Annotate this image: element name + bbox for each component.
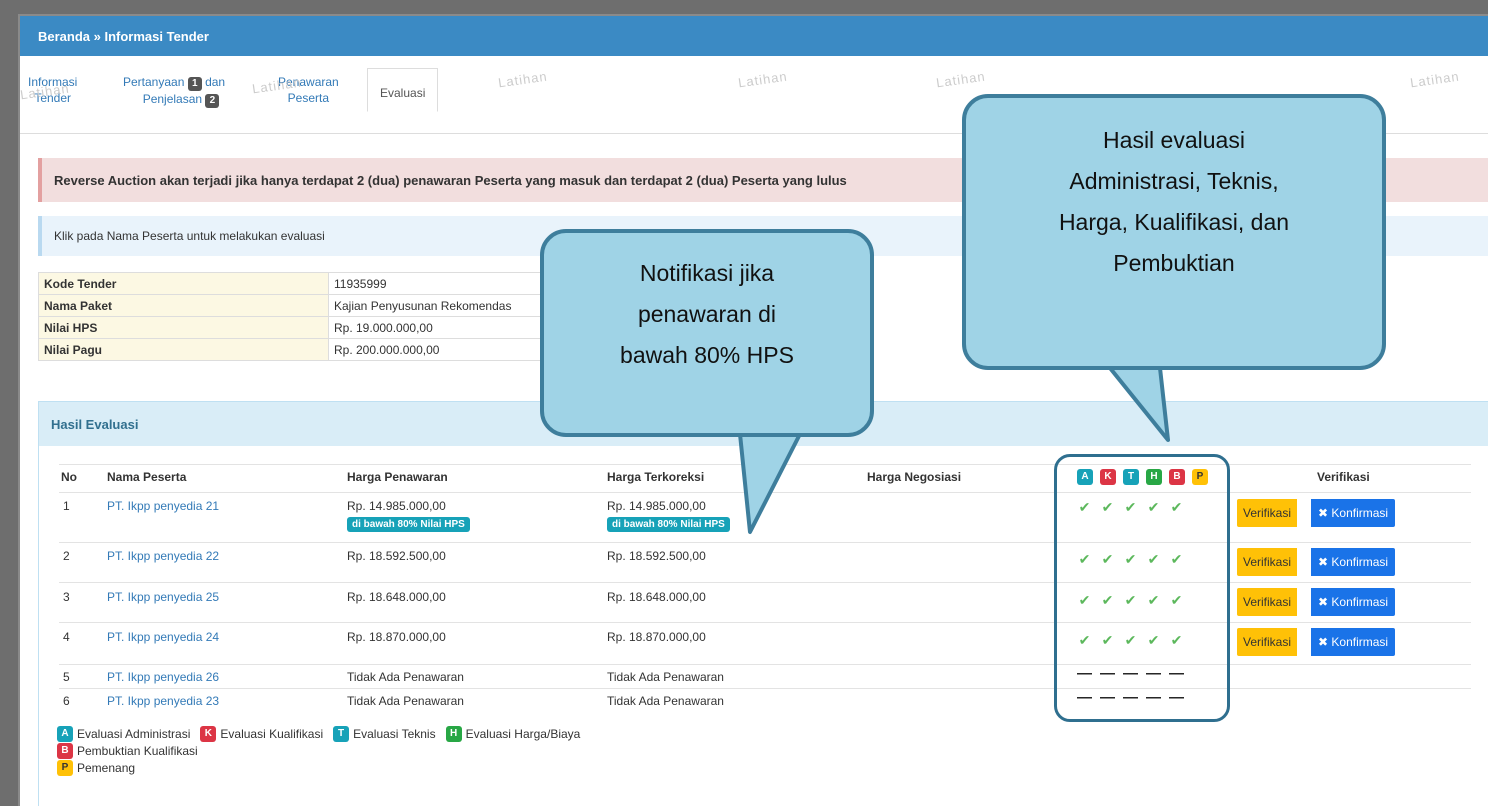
callout-notifikasi: Notifikasi jika penawaran di bawah 80% H…: [540, 229, 874, 437]
callout-hasil-evaluasi: Hasil evaluasi Administrasi, Teknis, Har…: [962, 94, 1386, 370]
